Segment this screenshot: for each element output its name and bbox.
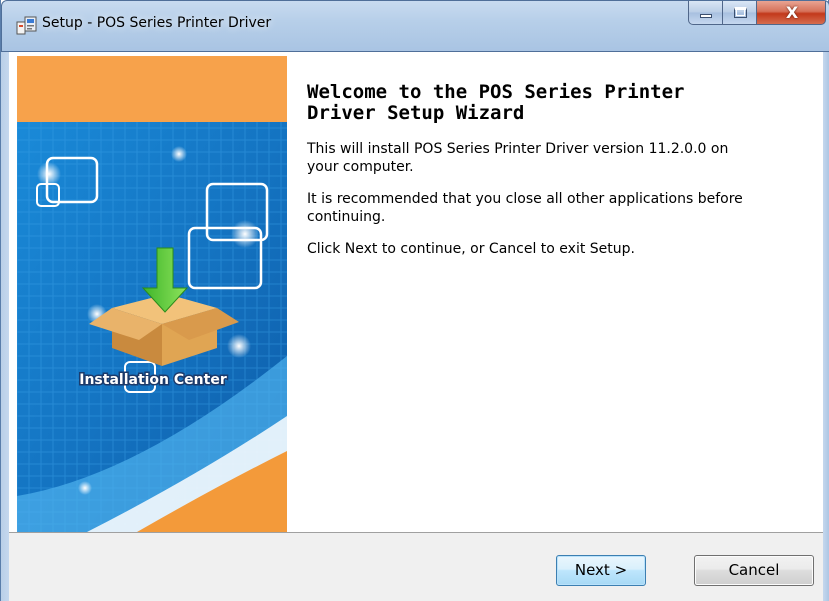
continue-instruction-text: Click Next to continue, or Cancel to exi… bbox=[307, 241, 635, 257]
minimize-icon bbox=[700, 14, 712, 18]
cancel-button[interactable]: Cancel bbox=[694, 555, 814, 586]
installation-center-caption: Installation Center bbox=[79, 372, 227, 388]
close-icon: X bbox=[785, 3, 799, 22]
window-frame-left bbox=[1, 52, 9, 601]
close-button[interactable]: X bbox=[756, 1, 826, 25]
recommendation-line-1: It is recommended that you close all oth… bbox=[307, 191, 743, 207]
wizard-side-image: Installation Center bbox=[17, 56, 287, 532]
maximize-icon bbox=[734, 7, 747, 18]
wizard-content: Welcome to the POS Series Printer Driver… bbox=[307, 82, 807, 272]
install-info-line-1: This will install POS Series Printer Dri… bbox=[307, 141, 729, 157]
window-frame-right bbox=[823, 52, 829, 601]
title-bar[interactable]: Setup - POS Series Printer Driver X bbox=[1, 0, 829, 52]
heading-line-2: Driver Setup Wizard bbox=[307, 102, 525, 124]
install-info-line-2: your computer. bbox=[307, 159, 414, 175]
install-info-text: This will install POS Series Printer Dri… bbox=[307, 140, 787, 176]
recommendation-text: It is recommended that you close all oth… bbox=[307, 190, 787, 226]
window-title: Setup - POS Series Printer Driver bbox=[42, 15, 272, 31]
next-button[interactable]: Next > bbox=[556, 555, 646, 586]
heading-line-1: Welcome to the POS Series Printer bbox=[307, 81, 685, 103]
maximize-button[interactable] bbox=[722, 1, 757, 25]
installation-center-illustration: Installation Center bbox=[17, 56, 287, 532]
setup-window: Setup - POS Series Printer Driver X Inst… bbox=[0, 0, 829, 601]
setup-app-icon bbox=[16, 16, 37, 35]
recommendation-line-2: continuing. bbox=[307, 209, 386, 225]
wizard-heading: Welcome to the POS Series Printer Driver… bbox=[307, 82, 807, 124]
minimize-button[interactable] bbox=[688, 1, 723, 25]
